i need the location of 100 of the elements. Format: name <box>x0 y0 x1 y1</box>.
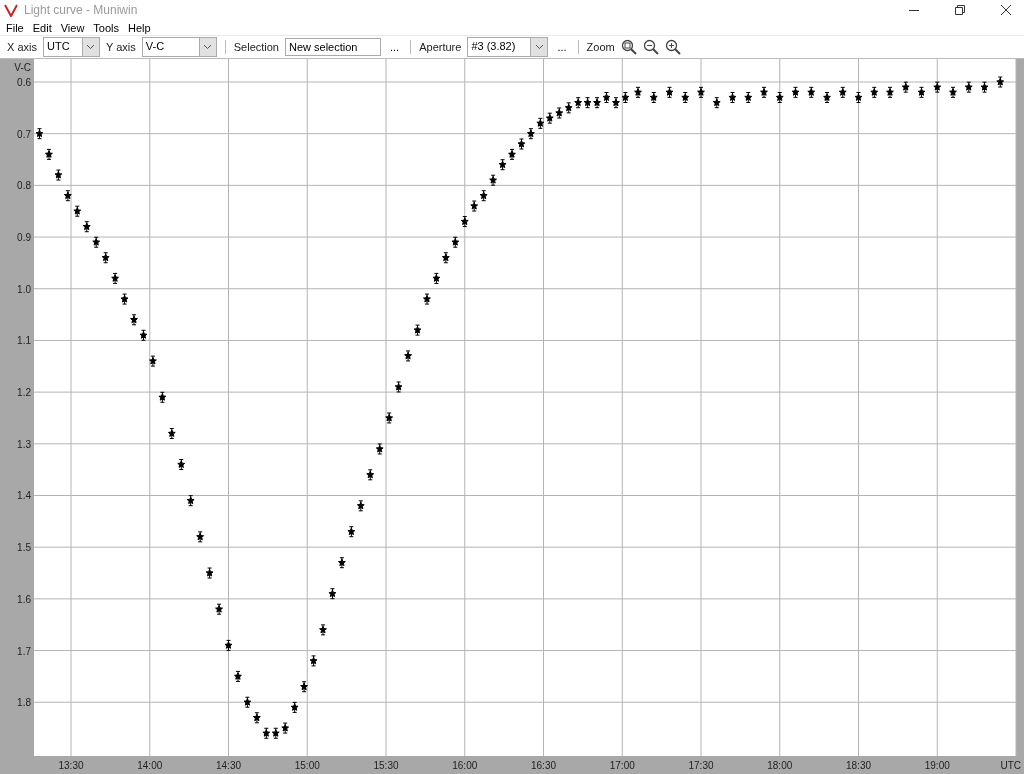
data-point <box>281 722 290 734</box>
data-point <box>964 81 973 93</box>
zoom-out-icon[interactable] <box>642 39 659 55</box>
data-point <box>404 350 412 362</box>
data-point <box>205 567 214 579</box>
axis-tick-label: 16:30 <box>531 760 556 771</box>
axis-label: UTC <box>1000 760 1021 771</box>
data-point <box>186 495 195 507</box>
data-point <box>35 128 44 140</box>
restore-icon[interactable] <box>954 4 966 16</box>
data-point <box>319 624 327 636</box>
input-field[interactable]: New selection <box>285 38 381 56</box>
data-point <box>886 86 894 98</box>
data-point <box>775 92 784 103</box>
data-point <box>92 236 101 248</box>
data-point <box>347 526 356 538</box>
dropdown[interactable]: V-C <box>141 37 217 57</box>
app-logo-icon <box>4 3 18 17</box>
more-button[interactable]: ... <box>387 41 403 53</box>
data-point <box>290 701 299 713</box>
data-point <box>215 603 223 615</box>
data-point <box>413 324 422 336</box>
data-point <box>300 681 308 693</box>
data-point <box>338 557 346 569</box>
data-point <box>196 531 205 543</box>
data-point <box>649 92 658 103</box>
menu-item[interactable]: View <box>60 21 85 34</box>
data-point <box>432 272 441 284</box>
menu-item[interactable]: File <box>6 21 24 34</box>
menu-item[interactable]: Help <box>128 21 151 34</box>
axis-tick-label: 0.6 <box>17 77 31 88</box>
data-point <box>243 696 252 708</box>
data-point <box>328 588 337 600</box>
data-point <box>73 205 82 217</box>
dropdown[interactable]: #3 (3.82) <box>467 37 549 57</box>
data-point <box>791 86 800 98</box>
toolbar-label: Selection <box>233 41 279 53</box>
axis-tick-label: 17:30 <box>688 760 714 771</box>
data-point <box>149 355 157 367</box>
data-point <box>634 86 642 98</box>
axis-tick-label: 1.0 <box>17 283 31 295</box>
axis-tick-label: 1.1 <box>17 335 31 347</box>
axis-tick-label: 18:00 <box>767 760 793 771</box>
data-point <box>545 112 554 124</box>
zoom-in-icon[interactable] <box>664 39 681 55</box>
dropdown[interactable]: UTC <box>42 37 100 57</box>
data-point <box>574 97 583 109</box>
data-point <box>728 92 737 103</box>
data-point <box>167 427 176 439</box>
data-point <box>498 159 507 171</box>
toolbar-label: X axis <box>7 41 37 53</box>
close-icon[interactable] <box>1000 4 1012 16</box>
data-point <box>234 670 242 682</box>
axis-tick-label: 15:30 <box>373 760 399 771</box>
zoom-fit-icon[interactable] <box>620 39 637 55</box>
axis-tick-label: 17:00 <box>609 760 635 771</box>
data-point <box>564 102 573 114</box>
data-point <box>838 86 847 98</box>
data-point <box>441 252 450 264</box>
axis-tick-label: 0.9 <box>17 232 31 244</box>
caret-icon[interactable] <box>534 44 544 50</box>
toolbar-label: Y axis <box>105 41 136 53</box>
axis-tick-label: 1.7 <box>17 645 31 657</box>
axis-tick-label: 1.2 <box>17 387 31 399</box>
data-point <box>933 81 942 93</box>
data-point <box>111 272 119 284</box>
axis-tick-label: 1.3 <box>17 438 31 450</box>
data-point <box>807 86 816 98</box>
data-point <box>517 138 526 150</box>
data-point <box>760 86 768 98</box>
window-title: Light curve - Muniwin <box>24 3 138 17</box>
data-point <box>870 86 879 98</box>
data-point <box>451 236 460 248</box>
more-button[interactable]: ... <box>554 41 570 53</box>
data-point <box>602 92 611 103</box>
axis-tick-label: 0.7 <box>17 128 31 140</box>
data-point <box>536 117 545 129</box>
data-point <box>996 76 1005 88</box>
data-point <box>479 190 488 202</box>
data-point <box>309 655 318 667</box>
menu-item[interactable]: Tools <box>93 21 120 34</box>
menu-item[interactable]: Edit <box>32 21 52 34</box>
data-point <box>460 216 469 228</box>
data-point <box>489 174 497 186</box>
data-point <box>744 92 753 103</box>
caret-icon[interactable] <box>203 44 213 50</box>
data-point <box>45 148 53 160</box>
axis-tick-label: 14:00 <box>137 760 163 771</box>
axis-tick-label: 16:00 <box>452 760 478 771</box>
data-point <box>101 252 110 264</box>
data-point <box>252 712 261 724</box>
axis-tick-label: 19:00 <box>924 760 950 771</box>
axis-tick-label: 13:30 <box>58 760 84 771</box>
data-point <box>697 86 705 98</box>
data-point <box>224 639 233 651</box>
data-point <box>583 97 592 109</box>
data-point <box>177 459 186 470</box>
caret-icon[interactable] <box>86 44 96 50</box>
data-point <box>854 92 863 103</box>
axis-tick-label: 1.4 <box>17 490 31 502</box>
